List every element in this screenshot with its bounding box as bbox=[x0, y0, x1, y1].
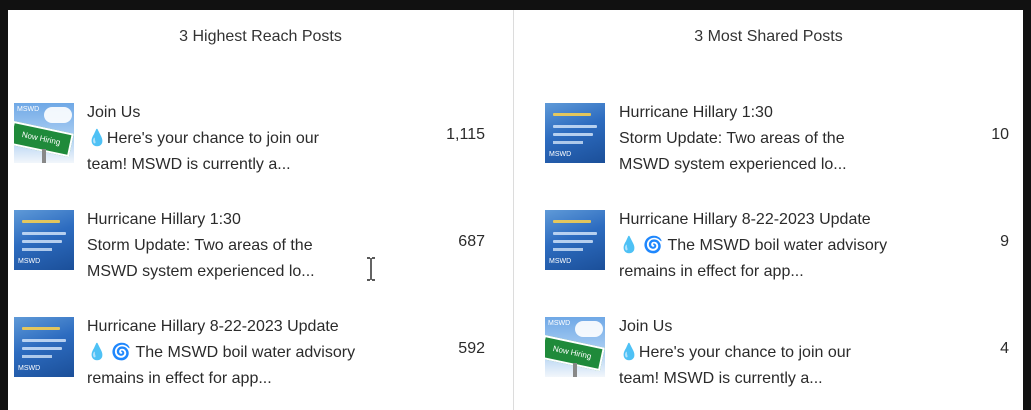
post-line3: remains in effect for app... bbox=[87, 370, 272, 387]
post-title: Hurricane Hillary 8-22-2023 Update bbox=[619, 211, 871, 228]
post-line2: Storm Update: Two areas of the bbox=[87, 237, 313, 254]
shares-value: 4 bbox=[1000, 340, 1009, 357]
droplet-icon: 💧 bbox=[87, 130, 107, 147]
post-title: Hurricane Hillary 1:30 bbox=[619, 104, 773, 121]
post-row[interactable]: MSWD Hurricane Hillary 8-22-2023 Update … bbox=[514, 207, 1023, 295]
post-row[interactable]: MSWD Now Hiring Join Us 💧Here's your cha… bbox=[8, 100, 513, 188]
post-row[interactable]: MSWD Hurricane Hillary 1:30 Storm Update… bbox=[514, 100, 1023, 188]
post-title: Hurricane Hillary 1:30 bbox=[87, 211, 241, 228]
storm-update-thumbnail: MSWD bbox=[14, 317, 74, 377]
post-line3: team! MSWD is currently a... bbox=[619, 370, 823, 387]
post-line2: Here's your chance to join our bbox=[638, 344, 851, 361]
highest-reach-title: 3 Highest Reach Posts bbox=[179, 28, 342, 45]
post-line3: remains in effect for app... bbox=[619, 263, 804, 280]
post-row[interactable]: MSWD Now Hiring Join Us 💧Here's your cha… bbox=[514, 314, 1023, 402]
most-shared-title: 3 Most Shared Posts bbox=[694, 28, 843, 45]
post-title: Join Us bbox=[619, 318, 673, 335]
cyclone-icon: 🌀 bbox=[643, 237, 664, 254]
post-line2: The MSWD boil water advisory bbox=[667, 237, 888, 254]
shares-value: 10 bbox=[991, 126, 1009, 143]
droplet-icon: 💧 bbox=[87, 344, 107, 361]
highest-reach-panel: 3 Highest Reach Posts MSWD Now Hiring Jo… bbox=[8, 10, 513, 410]
storm-update-thumbnail: MSWD bbox=[545, 210, 605, 270]
droplet-icon: 💧 bbox=[619, 344, 639, 361]
storm-update-thumbnail: MSWD bbox=[14, 210, 74, 270]
now-hiring-thumbnail: MSWD Now Hiring bbox=[14, 103, 74, 163]
reach-value: 687 bbox=[458, 233, 485, 250]
storm-update-thumbnail: MSWD bbox=[545, 103, 605, 163]
post-row[interactable]: MSWD Hurricane Hillary 8-22-2023 Update … bbox=[8, 314, 513, 402]
post-line2: Here's your chance to join our bbox=[106, 130, 319, 147]
cyclone-icon: 🌀 bbox=[111, 344, 132, 361]
post-title: Hurricane Hillary 8-22-2023 Update bbox=[87, 318, 339, 335]
shares-value: 9 bbox=[1000, 233, 1009, 250]
now-hiring-thumbnail: MSWD Now Hiring bbox=[545, 317, 605, 377]
reach-value: 592 bbox=[458, 340, 485, 357]
text-ibeam-cursor bbox=[367, 257, 375, 281]
post-line2: Storm Update: Two areas of the bbox=[619, 130, 845, 147]
droplet-icon: 💧 bbox=[619, 237, 639, 254]
post-title: Join Us bbox=[87, 104, 141, 121]
post-row[interactable]: MSWD Hurricane Hillary 1:30 Storm Update… bbox=[8, 207, 513, 295]
most-shared-panel: 3 Most Shared Posts MSWD Hurricane Hilla… bbox=[514, 10, 1023, 410]
post-line3: MSWD system experienced lo... bbox=[87, 263, 315, 280]
post-line2: The MSWD boil water advisory bbox=[135, 344, 356, 361]
post-line3: MSWD system experienced lo... bbox=[619, 156, 847, 173]
post-line3: team! MSWD is currently a... bbox=[87, 156, 291, 173]
reach-value: 1,115 bbox=[446, 126, 485, 143]
